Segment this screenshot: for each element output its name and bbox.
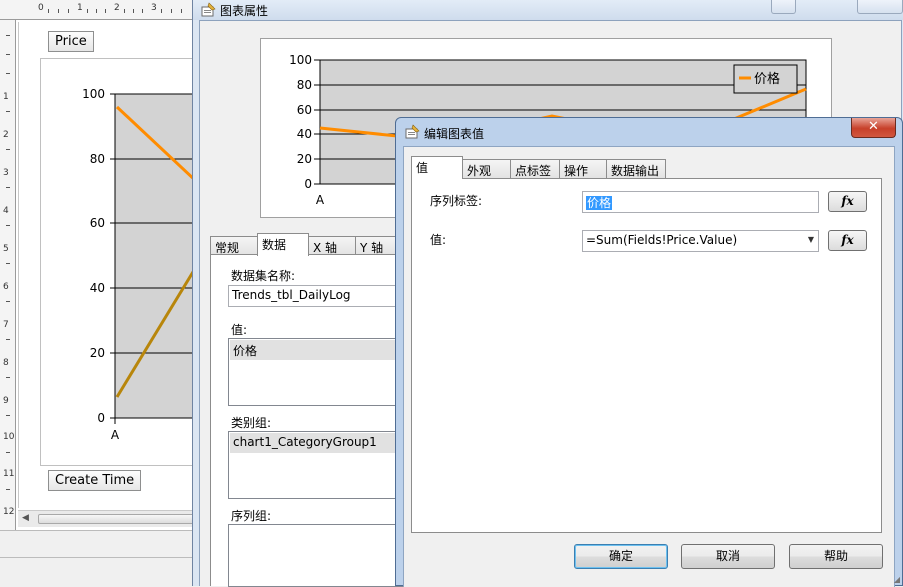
value-expression: =Sum(Fields!Price.Value): [586, 233, 738, 247]
ruler-number: 3: [151, 3, 157, 13]
legend-label: 价格: [754, 71, 780, 87]
data-field-drop-button[interactable]: Price: [48, 31, 94, 52]
series-label-expression-button[interactable]: fx: [828, 191, 867, 212]
preview-x-tick: A: [316, 193, 325, 207]
values-label: 值:: [231, 323, 248, 337]
values-list[interactable]: 价格: [228, 338, 411, 406]
y-tick-label: 100: [82, 87, 105, 101]
vertical-ruler: 1 2 3 4 5 6 7 8 9 10 11 12: [0, 20, 16, 530]
ruler-number: 0: [38, 3, 44, 13]
help-button[interactable]: 帮助: [789, 544, 883, 569]
y-tick-label: 60: [90, 216, 105, 230]
value-tab-page: 序列标签: 价格 fx 值: =Sum(Fields!Price.Value) …: [411, 178, 882, 533]
dialog-title-bar[interactable]: 编辑图表值 ✕: [396, 118, 902, 146]
ruler-number: 12: [3, 507, 15, 517]
tab-data[interactable]: 数据: [257, 233, 309, 256]
ruler-number: 1: [77, 3, 83, 13]
report-chart-plot: 100 80 60 40 20 0 A: [82, 87, 196, 442]
designer-bottom-panel: [0, 530, 196, 586]
tab-data-output[interactable]: 数据输出: [606, 159, 666, 178]
y-tick-label: 0: [97, 411, 105, 425]
series-groups-label: 序列组:: [231, 509, 272, 523]
value-expression-combo[interactable]: =Sum(Fields!Price.Value) ▼: [582, 230, 819, 252]
series-groups-list[interactable]: [228, 524, 411, 587]
scroll-left-icon[interactable]: ◀: [22, 513, 29, 523]
series-label-value: 价格: [586, 196, 613, 210]
y-tick-label: 40: [90, 281, 105, 295]
list-item[interactable]: chart1_CategoryGroup1: [230, 433, 409, 453]
tab-appearance[interactable]: 外观: [462, 159, 511, 178]
y-tick-label: 80: [90, 152, 105, 166]
dialog-title-bar[interactable]: 图表属性: [193, 0, 903, 20]
value-expression-button[interactable]: fx: [828, 230, 867, 251]
chevron-down-icon[interactable]: ▼: [808, 235, 814, 244]
series-label-caption: 序列标签:: [430, 194, 483, 208]
ruler-number: 11: [3, 469, 15, 479]
ruler-number: 2: [3, 130, 9, 140]
close-icon[interactable]: ✕: [851, 118, 896, 138]
resize-grip-icon[interactable]: ◢: [894, 575, 900, 584]
properties-icon: [201, 2, 216, 17]
category-groups-list[interactable]: chart1_CategoryGroup1: [228, 431, 411, 499]
close-button[interactable]: [857, 0, 903, 14]
x-tick-label: A: [111, 428, 120, 442]
series-label-input[interactable]: 价格: [582, 191, 819, 213]
ruler-number: 7: [3, 320, 9, 330]
ruler-number: 2: [114, 3, 120, 13]
dialog-title: 图表属性: [220, 4, 269, 18]
preview-y-tick: 80: [297, 78, 312, 92]
scroll-thumb[interactable]: [38, 514, 198, 524]
horizontal-scrollbar[interactable]: ◀: [18, 510, 198, 527]
ruler-number: 5: [3, 244, 9, 254]
ok-button[interactable]: 确定: [574, 544, 668, 569]
ruler-number: 8: [3, 358, 9, 368]
dataset-input[interactable]: Trends_tbl_DailyLog: [228, 285, 411, 307]
tab-action[interactable]: 操作: [559, 159, 607, 178]
preview-y-tick: 100: [289, 53, 312, 67]
list-item[interactable]: 价格: [230, 340, 409, 360]
minimize-button[interactable]: [771, 0, 796, 14]
properties-icon: [405, 124, 420, 139]
ruler-number: 6: [3, 282, 9, 292]
preview-y-tick: 20: [297, 152, 312, 166]
horizontal-ruler: 0 1 2 3: [0, 0, 196, 20]
ruler-number: 10: [3, 432, 15, 442]
cancel-button[interactable]: 取消: [681, 544, 775, 569]
ruler-number: 3: [3, 168, 9, 178]
y-tick-label: 20: [90, 346, 105, 360]
tab-value[interactable]: 值: [411, 156, 463, 179]
category-field-drop-button[interactable]: Create Time: [48, 470, 142, 491]
preview-y-tick: 60: [297, 103, 312, 117]
ruler-number: 4: [3, 206, 9, 216]
category-groups-label: 类别组:: [231, 416, 272, 430]
tab-x-axis[interactable]: X 轴: [308, 236, 356, 255]
tab-point-labels[interactable]: 点标签: [510, 159, 560, 178]
dataset-label: 数据集名称:: [231, 269, 296, 283]
preview-y-tick: 40: [297, 127, 312, 141]
dialog-title: 编辑图表值: [424, 127, 485, 141]
value-caption: 值:: [430, 233, 447, 247]
ruler-number: 1: [3, 92, 9, 102]
preview-y-tick: 0: [304, 177, 312, 191]
data-tab-page: 数据集名称: Trends_tbl_DailyLog 值: 价格 类别组: ch…: [210, 254, 411, 587]
tab-general[interactable]: 常规: [210, 236, 258, 255]
ruler-number: 9: [3, 396, 9, 406]
